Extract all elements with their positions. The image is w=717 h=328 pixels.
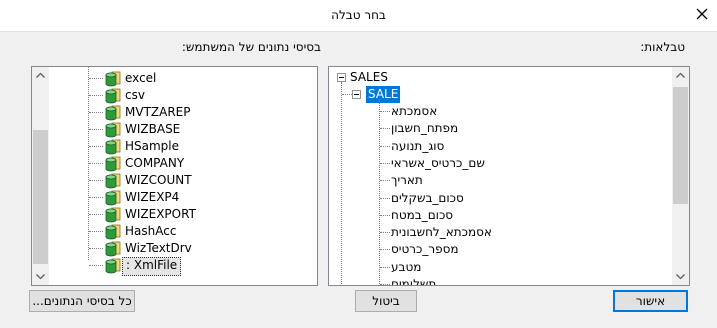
tree-line bbox=[380, 111, 390, 112]
database-icon bbox=[105, 258, 121, 274]
database-item[interactable]: WIZEXP4 bbox=[122, 189, 182, 206]
database-item[interactable]: : XmlFile bbox=[122, 257, 182, 276]
tree-line bbox=[89, 129, 103, 130]
tree-line bbox=[380, 232, 390, 234]
field-item[interactable]: סוג_תנועה bbox=[391, 138, 444, 155]
tree-line bbox=[380, 284, 390, 285]
tree-item-sale-selected[interactable]: SALE bbox=[366, 86, 401, 103]
database-icon bbox=[105, 105, 121, 121]
field-item[interactable]: שם_כרטיס_אשראי bbox=[391, 155, 485, 172]
field-item[interactable]: אסמכתא bbox=[391, 103, 437, 120]
field-item[interactable]: סכום_במטח bbox=[391, 207, 453, 224]
tables-tree: SALES SALE אסמכתא מפתח_חשבון סוג_תנועה שם_כרט… bbox=[329, 67, 672, 285]
tree-line bbox=[380, 128, 390, 130]
database-item[interactable]: excel bbox=[122, 70, 159, 87]
databases-scrollbar[interactable] bbox=[32, 67, 49, 285]
database-icon bbox=[105, 71, 121, 87]
tree-line bbox=[341, 82, 342, 285]
tree-root-sales[interactable]: SALES bbox=[350, 69, 388, 86]
database-item[interactable]: HashAcc bbox=[122, 223, 179, 240]
cancel-button[interactable]: ביטול bbox=[355, 290, 417, 312]
database-icon bbox=[105, 190, 121, 206]
database-item[interactable]: WizTextDrv bbox=[122, 240, 195, 257]
database-icon bbox=[105, 207, 121, 223]
tree-line bbox=[89, 112, 103, 113]
tree-line bbox=[380, 180, 390, 182]
database-item[interactable]: COMPANY bbox=[122, 155, 187, 172]
tree-line bbox=[89, 163, 103, 164]
tables-label: טבלאות: bbox=[640, 40, 685, 54]
database-icon bbox=[105, 241, 121, 257]
title-bar: בחר טבלה bbox=[0, 0, 717, 32]
all-databases-button[interactable]: כל בסיסי הנתונים... bbox=[29, 290, 135, 312]
scroll-down-icon[interactable] bbox=[32, 268, 49, 285]
databases-tree: excel csv MVTZAREP WIZBASE HSample COMPANY WIZ… bbox=[49, 67, 317, 285]
database-item[interactable]: WIZEXPORT bbox=[122, 206, 199, 223]
tree-line bbox=[89, 146, 103, 147]
tree-line bbox=[380, 266, 390, 268]
collapse-icon[interactable] bbox=[352, 90, 361, 99]
field-item[interactable]: סכום_בשקלים bbox=[391, 190, 464, 207]
database-item[interactable]: csv bbox=[122, 87, 148, 104]
tables-scrollbar[interactable] bbox=[672, 67, 689, 285]
field-item[interactable]: אסמכתא_לחשבונית bbox=[391, 224, 492, 241]
database-item[interactable]: HSample bbox=[122, 138, 182, 155]
field-item[interactable]: תאריך bbox=[391, 172, 423, 189]
database-icon bbox=[105, 156, 121, 172]
user-databases-label: בסיסי נתונים של המשתמש: bbox=[181, 40, 321, 54]
database-item[interactable]: MVTZAREP bbox=[122, 104, 193, 121]
database-item[interactable]: WIZBASE bbox=[122, 121, 183, 138]
tables-scroll-thumb[interactable] bbox=[673, 87, 688, 204]
database-icon bbox=[105, 173, 121, 189]
ok-button[interactable]: אישור bbox=[613, 290, 688, 312]
field-item[interactable]: תשלומים bbox=[391, 276, 436, 285]
window-title: בחר טבלה bbox=[331, 8, 386, 22]
tables-list[interactable]: SALES SALE אסמכתא מפתח_חשבון סוג_תנועה שם_כרט… bbox=[328, 66, 690, 286]
scroll-up-icon[interactable] bbox=[672, 67, 689, 84]
tree-line bbox=[89, 78, 103, 79]
tree-line bbox=[89, 248, 103, 249]
tree-line bbox=[89, 231, 103, 232]
tree-line bbox=[380, 249, 390, 251]
tree-line bbox=[89, 265, 103, 266]
tree-line bbox=[380, 214, 390, 216]
collapse-icon[interactable] bbox=[337, 73, 346, 82]
tree-line bbox=[89, 180, 103, 181]
databases-scroll-thumb[interactable] bbox=[33, 130, 48, 264]
databases-list[interactable]: excel csv MVTZAREP WIZBASE HSample COMPANY WIZ… bbox=[31, 66, 318, 286]
tree-line bbox=[342, 94, 352, 95]
database-icon bbox=[105, 88, 121, 104]
close-icon[interactable] bbox=[691, 3, 713, 25]
database-icon bbox=[105, 139, 121, 155]
scroll-up-icon[interactable] bbox=[32, 67, 49, 84]
field-item[interactable]: מפתח_חשבון bbox=[391, 120, 458, 137]
tree-line bbox=[380, 162, 390, 164]
database-icon bbox=[105, 122, 121, 138]
tree-line bbox=[89, 95, 103, 96]
database-icon bbox=[105, 224, 121, 240]
database-item[interactable]: WIZCOUNT bbox=[122, 172, 195, 189]
scroll-down-icon[interactable] bbox=[672, 268, 689, 285]
field-item[interactable]: מטבע bbox=[391, 259, 421, 276]
tree-line bbox=[89, 197, 103, 198]
field-item[interactable]: מספר_כרטיס bbox=[391, 241, 459, 258]
tree-line bbox=[379, 99, 380, 284]
tree-line bbox=[89, 214, 103, 215]
tree-line bbox=[380, 197, 390, 199]
tree-line bbox=[380, 145, 390, 147]
